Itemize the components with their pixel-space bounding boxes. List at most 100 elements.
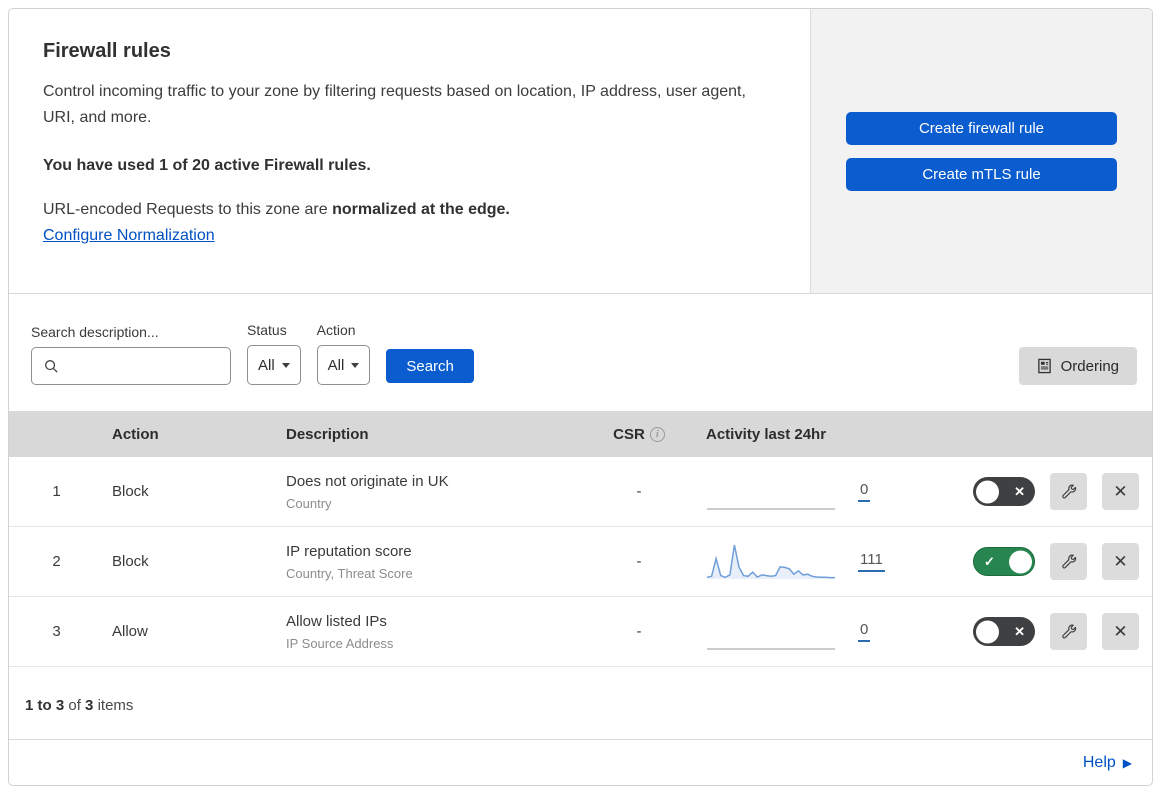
- action-filter-group: Action All: [316, 322, 371, 385]
- wrench-icon: [1061, 484, 1076, 498]
- header-section: Firewall rules Control incoming traffic …: [9, 9, 1152, 294]
- toggle-knob: [976, 480, 999, 503]
- csr-header-label: CSR: [613, 425, 645, 443]
- search-label: Search description...: [31, 324, 159, 340]
- ordering-list-icon: [1037, 358, 1051, 374]
- wrench-icon: [1061, 554, 1076, 568]
- search-field-group: Search description...: [31, 324, 231, 385]
- rule-priority: 1: [52, 483, 61, 500]
- ordering-button[interactable]: Ordering: [1018, 347, 1137, 385]
- action-column-header: Action: [112, 425, 159, 443]
- csr-info-icon[interactable]: i: [649, 426, 665, 442]
- table-row: 1 Block Does not originate in UK Country…: [9, 457, 1152, 527]
- table-header: Action Description CSR i Activity last 2…: [9, 411, 1152, 457]
- edit-rule-button[interactable]: [1050, 543, 1087, 580]
- toggle-knob: [1009, 550, 1032, 573]
- close-icon: ✕: [1113, 551, 1128, 571]
- of-label: of: [68, 697, 81, 714]
- create-firewall-rule-button[interactable]: Create firewall rule: [846, 111, 1117, 145]
- rule-description-cell: Does not originate in UK Country: [274, 471, 594, 513]
- arrow-right-icon: ▶: [1122, 755, 1132, 770]
- edit-rule-button[interactable]: [1050, 473, 1087, 510]
- rule-enabled-toggle[interactable]: ✓: [973, 547, 1035, 576]
- rule-enabled-toggle[interactable]: ✕: [973, 477, 1035, 506]
- rule-activity-cell: 0: [684, 612, 954, 652]
- help-link[interactable]: Help ▶: [1083, 754, 1132, 772]
- rule-description: Does not originate in UK: [286, 472, 449, 490]
- rule-controls: ✕ ✕: [954, 473, 1152, 510]
- rule-fields: Country, Threat Score: [286, 565, 413, 581]
- toggle-knob: [976, 620, 999, 643]
- activity-count-link[interactable]: 111: [858, 551, 885, 572]
- search-box[interactable]: [31, 347, 231, 385]
- help-link-label: Help: [1082, 753, 1116, 771]
- rule-description-cell: Allow listed IPs IP Source Address: [274, 611, 594, 653]
- table-row: 3 Allow Allow listed IPs IP Source Addre…: [9, 597, 1152, 667]
- normalization-bold: normalized at the edge.: [332, 201, 510, 218]
- rule-csr-value: -: [636, 483, 642, 500]
- help-footer: Help ▶: [9, 739, 1152, 785]
- rule-csr-value: -: [636, 623, 642, 640]
- status-dropdown[interactable]: All: [247, 345, 301, 385]
- rule-description-cell: IP reputation score Country, Threat Scor…: [274, 541, 594, 583]
- delete-rule-button[interactable]: ✕: [1102, 613, 1139, 650]
- search-icon: [45, 359, 58, 373]
- chevron-down-icon: [281, 362, 290, 368]
- normalization-note: URL-encoded Requests to this zone are no…: [43, 201, 770, 219]
- pagination-summary: 1 to 3 of 3 items: [9, 667, 1152, 739]
- firewall-rules-page: Firewall rules Control incoming traffic …: [0, 0, 1161, 791]
- activity-sparkline: [706, 472, 836, 512]
- rule-priority: 2: [52, 553, 61, 570]
- status-filter-group: Status All: [247, 322, 301, 385]
- items-label: items: [97, 697, 134, 714]
- rule-csr-value: -: [636, 553, 642, 570]
- toggle-state-icon: ✓: [984, 553, 995, 569]
- rule-action: Block: [112, 553, 149, 570]
- wrench-icon: [1061, 624, 1076, 638]
- search-button[interactable]: Search: [386, 349, 474, 383]
- close-icon: ✕: [1113, 481, 1128, 501]
- table-row: 2 Block IP reputation score Country, Thr…: [9, 527, 1152, 597]
- rule-controls: ✕ ✕: [954, 613, 1152, 650]
- action-dropdown[interactable]: All: [316, 345, 371, 385]
- rule-activity-cell: 0: [684, 472, 954, 512]
- delete-rule-button[interactable]: ✕: [1102, 473, 1139, 510]
- rule-enabled-toggle[interactable]: ✕: [973, 617, 1035, 646]
- rule-activity-cell: 111: [684, 542, 954, 582]
- edit-rule-button[interactable]: [1050, 613, 1087, 650]
- action-dropdown-value: All: [327, 356, 345, 374]
- ordering-button-label: Ordering: [1060, 357, 1119, 375]
- rule-description: Allow listed IPs: [286, 612, 387, 630]
- chevron-down-icon: [351, 362, 360, 368]
- toggle-state-icon: ✕: [1014, 623, 1025, 639]
- configure-normalization-link[interactable]: Configure Normalization: [43, 227, 215, 245]
- rule-action: Allow: [112, 623, 148, 640]
- activity-count-link[interactable]: 0: [858, 621, 871, 642]
- page-description: Control incoming traffic to your zone by…: [43, 83, 746, 126]
- activity-column-header: Activity last 24hr: [706, 425, 827, 443]
- create-mtls-rule-button[interactable]: Create mTLS rule: [846, 157, 1117, 191]
- search-input[interactable]: [66, 358, 222, 374]
- activity-sparkline: [706, 542, 836, 582]
- status-dropdown-value: All: [258, 356, 275, 374]
- csr-column-header: CSR i: [594, 426, 684, 443]
- toggle-state-icon: ✕: [1014, 483, 1025, 499]
- rule-controls: ✓ ✕: [954, 543, 1152, 580]
- action-label: Action: [316, 322, 356, 338]
- activity-count-link[interactable]: 0: [858, 481, 871, 502]
- firewall-rules-card: Firewall rules Control incoming traffic …: [8, 8, 1153, 786]
- items-range: 1 to 3: [25, 697, 65, 714]
- description-column-header: Description: [286, 425, 369, 443]
- header-text-block: Firewall rules Control incoming traffic …: [9, 9, 810, 293]
- actions-panel: Create firewall rule Create mTLS rule: [810, 9, 1152, 293]
- status-label: Status: [247, 322, 287, 338]
- delete-rule-button[interactable]: ✕: [1102, 543, 1139, 580]
- rule-fields: Country: [286, 495, 332, 511]
- usage-summary: You have used 1 of 20 active Firewall ru…: [43, 157, 371, 174]
- normalization-prefix: URL-encoded Requests to this zone are: [43, 201, 333, 218]
- rule-priority: 3: [52, 623, 61, 640]
- filter-bar: Search description... Status All Action …: [9, 294, 1152, 411]
- filter-controls: Search description... Status All Action …: [31, 322, 474, 385]
- rule-action: Block: [112, 483, 149, 500]
- page-title: Firewall rules: [43, 40, 171, 62]
